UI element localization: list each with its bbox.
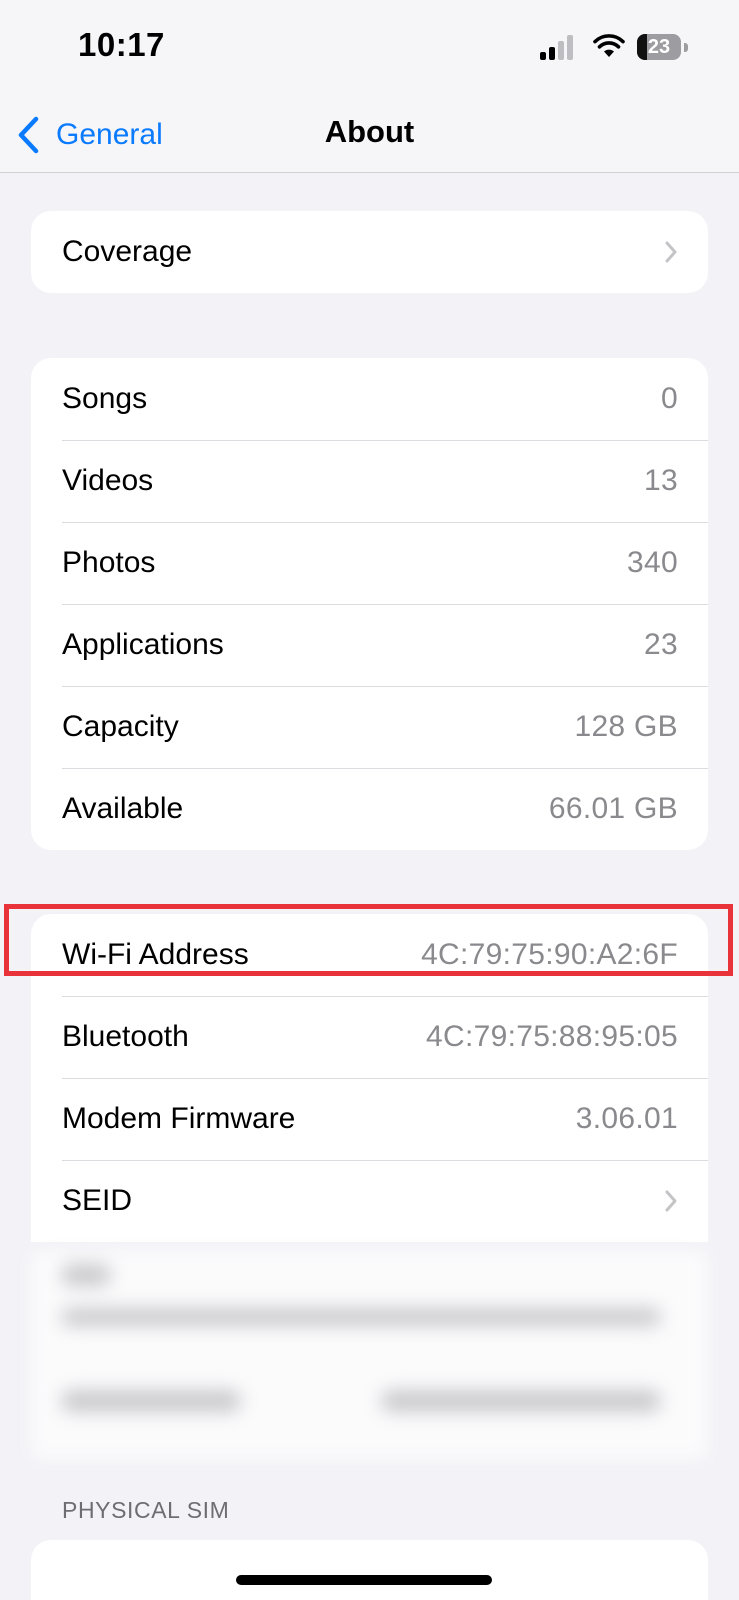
navigation-bar: General About (0, 100, 739, 173)
wifi-icon (593, 33, 625, 59)
coverage-label: Coverage (62, 235, 193, 268)
available-row: Available 66.01 GB (31, 768, 708, 850)
photos-row: Photos 340 (31, 522, 708, 604)
physical-sim-header: PHYSICAL SIM (62, 1497, 230, 1523)
applications-label: Applications (62, 628, 224, 661)
capacity-value: 128 GB (574, 710, 678, 743)
media-info-group: Songs 0 Videos 13 Photos 340 Application… (31, 358, 708, 850)
status-bar: 10:17 23 (0, 0, 739, 100)
available-value: 66.01 GB (548, 792, 678, 825)
videos-value: 13 (644, 464, 678, 497)
videos-row: Videos 13 (31, 440, 708, 522)
seid-row[interactable]: SEID (31, 1160, 708, 1242)
songs-label: Songs (62, 382, 148, 415)
home-indicator[interactable] (236, 1575, 492, 1585)
bluetooth-row: Bluetooth 4C:79:75:88:95:05 (31, 996, 708, 1078)
chevron-right-icon (665, 1190, 677, 1212)
modem-firmware-label: Modem Firmware (62, 1102, 296, 1135)
wifi-address-label: Wi-Fi Address (62, 938, 249, 971)
songs-value: 0 (661, 382, 678, 415)
coverage-group: Coverage (31, 211, 708, 293)
coverage-row[interactable]: Coverage (31, 211, 708, 293)
videos-label: Videos (62, 464, 154, 497)
photos-label: Photos (62, 546, 156, 579)
applications-value: 23 (644, 628, 678, 661)
hardware-info-group: Wi-Fi Address 4C:79:75:90:A2:6F Bluetoot… (31, 914, 708, 1242)
photos-value: 340 (627, 546, 678, 579)
capacity-row: Capacity 128 GB (31, 686, 708, 768)
bluetooth-value: 4C:79:75:88:95:05 (426, 1020, 678, 1053)
cellular-signal-icon (540, 34, 576, 60)
wifi-address-row: Wi-Fi Address 4C:79:75:90:A2:6F (31, 914, 708, 996)
seid-label: SEID (62, 1184, 133, 1217)
songs-row: Songs 0 (31, 358, 708, 440)
chevron-right-icon (665, 241, 677, 263)
bluetooth-label: Bluetooth (62, 1020, 189, 1053)
available-label: Available (62, 792, 184, 825)
wifi-address-value: 4C:79:75:90:A2:6F (421, 938, 678, 971)
battery-level: 23 (647, 36, 671, 58)
physical-sim-group (31, 1540, 708, 1600)
modem-firmware-value: 3.06.01 (575, 1102, 678, 1135)
capacity-label: Capacity (62, 710, 179, 743)
about-screen: 10:17 23 General About Coverage Songs 0 … (0, 0, 739, 1600)
applications-row: Applications 23 (31, 604, 708, 686)
battery-icon: 23 (637, 34, 689, 60)
modem-firmware-row: Modem Firmware 3.06.01 (31, 1078, 708, 1160)
status-time: 10:17 (78, 26, 165, 63)
page-title: About (324, 114, 415, 149)
redacted-rows (31, 1250, 708, 1460)
